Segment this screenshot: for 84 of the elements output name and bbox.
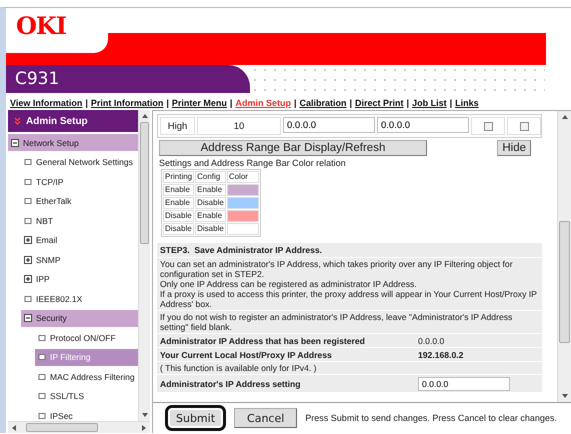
nav-separator: | — [230, 98, 232, 108]
leaf-box-icon — [38, 412, 46, 420]
collapse-icon — [24, 314, 32, 322]
tree-item[interactable]: IPSec — [35, 407, 138, 421]
column-header: Config — [195, 171, 226, 183]
leaf-box-icon — [24, 178, 32, 186]
leaf-box-icon — [24, 197, 32, 205]
table-cell: Disable — [163, 210, 194, 222]
column-header: Color — [226, 171, 259, 183]
table-cell: Enable — [195, 210, 226, 222]
cancel-button[interactable]: Cancel — [234, 408, 298, 428]
collapse-icon — [11, 138, 19, 146]
tree-item[interactable]: IEEE802.1X — [21, 290, 138, 307]
section-title: STEP3. Save Administrator IP Address. — [157, 243, 542, 257]
nav-separator: | — [294, 98, 296, 108]
leaf-box-icon — [38, 353, 46, 361]
nav-separator: | — [450, 98, 452, 108]
sidebar-title: Admin Setup — [26, 116, 88, 126]
leaf-box-icon — [24, 216, 32, 224]
expand-icon — [24, 256, 32, 264]
tree-item[interactable]: IPP — [21, 270, 138, 288]
expand-icon — [24, 236, 32, 244]
tree-item[interactable]: NBT — [21, 212, 138, 229]
note-text: If you do not wish to register an administrator's IP Address, leave "Administrator's IP Address setting" field blank. — [157, 311, 542, 333]
nav-link[interactable]: Admin Setup — [235, 98, 291, 108]
column-header: Printing — [163, 171, 194, 183]
nav-separator: | — [406, 98, 410, 108]
chevron-down-icon — [14, 117, 21, 125]
tree-item[interactable]: Network Setup — [8, 134, 138, 151]
nav-link[interactable]: Printer Menu — [172, 98, 227, 108]
nav-separator: | — [350, 98, 352, 108]
leaf-box-icon — [38, 392, 46, 400]
field-value: 192.168.0.2 — [418, 350, 464, 360]
tree-item[interactable]: Email — [21, 232, 138, 248]
table-cell: Enable — [163, 197, 194, 209]
checkbox[interactable] — [484, 122, 492, 130]
leaf-box-icon — [38, 334, 46, 342]
field-label: Administrator's IP Address setting — [160, 378, 302, 388]
nav-link[interactable]: Calibration — [299, 98, 346, 108]
tree-item[interactable]: SSL/TLS — [35, 388, 138, 404]
ipv4-note: ( This function is available only for IPv4. ) — [157, 362, 542, 374]
vertical-scrollbar[interactable] — [557, 111, 571, 402]
leaf-box-icon — [24, 158, 32, 166]
table-cell: 10 — [197, 117, 281, 135]
model-name: C931 — [6, 65, 250, 93]
nav-link[interactable]: Job List — [412, 98, 447, 108]
expand-icon — [24, 275, 32, 283]
brand-logo: OKI — [16, 14, 67, 38]
vertical-scrollbar[interactable] — [138, 110, 150, 421]
tree-item[interactable]: EtherTalk — [21, 192, 138, 210]
description-text: You can set an administrator's IP Address, which takes priority over any IP Filtering object for configuration set in STEP2. Only one IP Address can be registered as administrator IP Address. If a proxy is used to access this printer, the proxy address will appear in Your Current Host/Proxy IP Address' box. — [157, 258, 542, 310]
table-cell: High — [160, 117, 195, 135]
leaf-box-icon — [38, 372, 46, 380]
tree-item[interactable]: Protocol ON/OFF — [35, 329, 138, 346]
table-cell: Disable — [195, 197, 226, 209]
field-label: Your Current Local Host/Proxy IP Address — [160, 350, 333, 360]
table-cell: Disable — [163, 223, 194, 235]
nav-separator: | — [85, 98, 88, 108]
field-label: Administrator IP Address that has been registered — [160, 336, 366, 346]
nav-link[interactable]: Print Information — [90, 98, 164, 108]
tree-item[interactable]: General Network Settings — [21, 154, 138, 170]
table-cell: Enable — [163, 184, 194, 196]
tree-item[interactable]: TCP/IP — [21, 173, 138, 190]
hint-text: Press Submit to send changes. Press Cancel to clear changes. — [305, 413, 557, 423]
nav-link[interactable]: Direct Print — [355, 98, 404, 108]
range-bar-button[interactable]: Address Range Bar Display/Refresh — [159, 140, 427, 156]
legend-caption: Settings and Address Range Bar Color relation — [159, 158, 347, 168]
start-ip-field[interactable]: 0.0.0.0 — [283, 117, 375, 133]
submit-button[interactable]: Submit — [165, 405, 226, 431]
field-value: 0.0.0.0 — [418, 336, 444, 346]
nav-link[interactable]: Links — [455, 98, 479, 108]
leaf-box-icon — [24, 294, 32, 302]
horizontal-scrollbar[interactable] — [8, 421, 150, 433]
nav-separator: | — [166, 98, 169, 108]
tree-item[interactable]: SNMP — [21, 251, 138, 268]
tree-item[interactable]: Security — [21, 310, 138, 326]
hide-button[interactable]: Hide — [497, 140, 531, 156]
nav-link[interactable]: View Information — [10, 98, 82, 108]
checkbox[interactable] — [520, 122, 528, 130]
end-ip-field[interactable]: 0.0.0.0 — [377, 117, 469, 133]
tree-item[interactable]: MAC Address Filtering — [35, 368, 138, 385]
table-cell: Disable — [195, 223, 226, 235]
table-cell: Enable — [195, 184, 226, 196]
admin-ip-field[interactable]: 0.0.0.0 — [418, 376, 510, 390]
